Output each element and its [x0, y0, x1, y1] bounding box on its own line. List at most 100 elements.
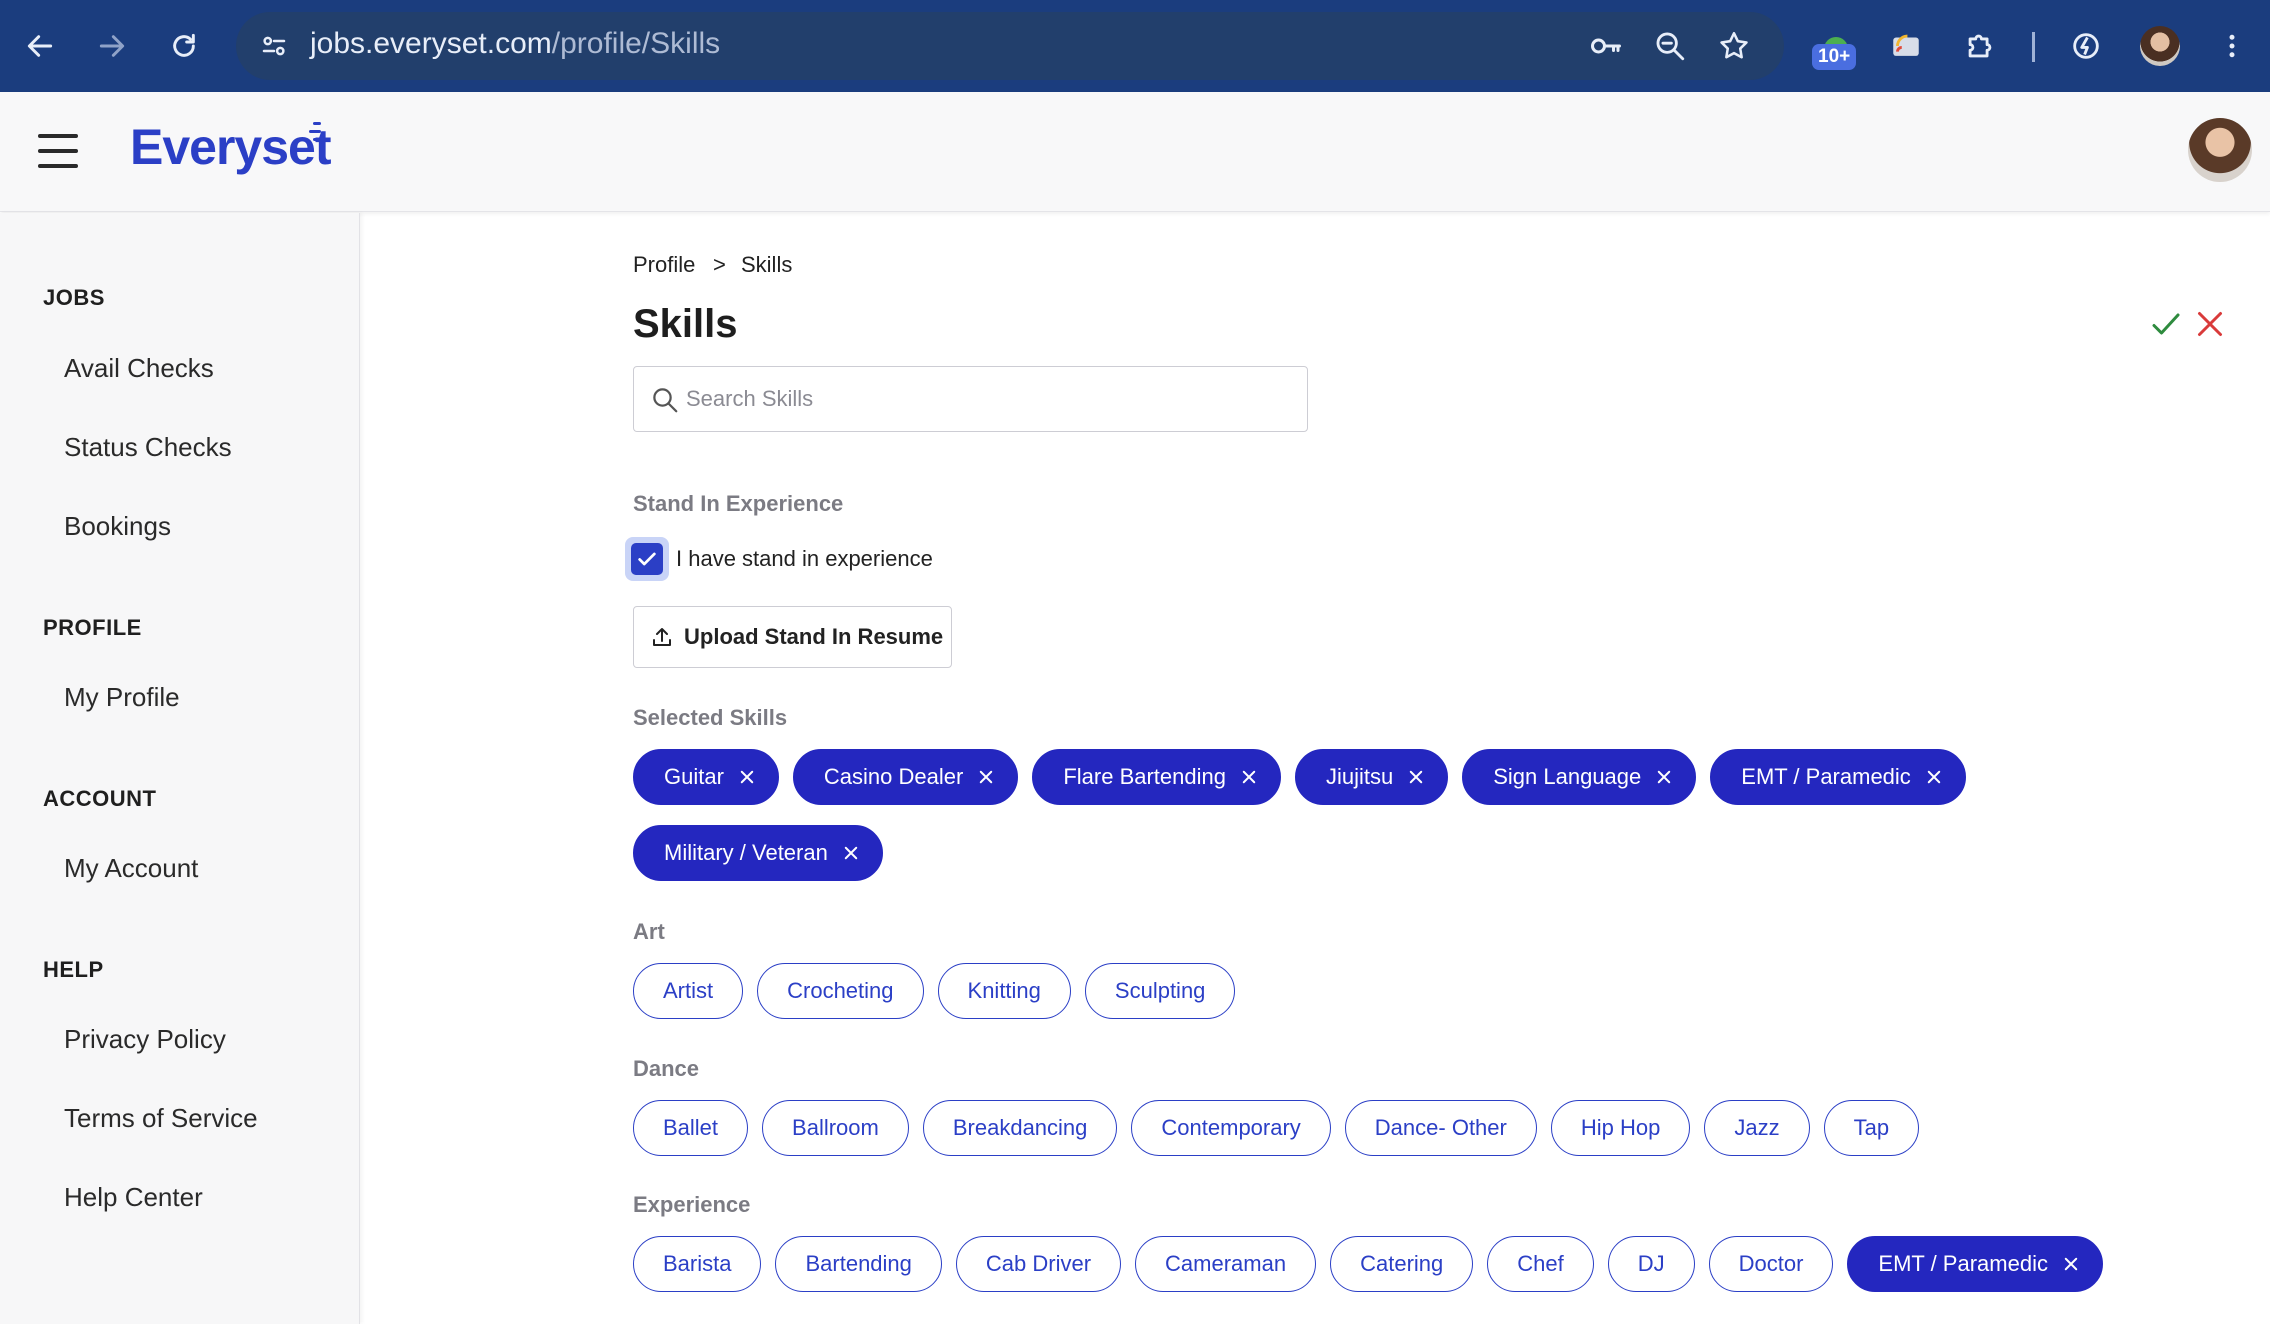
category-label-art: Art	[633, 919, 665, 944]
search-icon	[650, 385, 680, 415]
chip-label: EMT / Paramedic	[1741, 764, 1911, 789]
skill-chip[interactable]: Knitting	[937, 963, 1071, 1019]
chip-label: Flare Bartending	[1063, 764, 1226, 789]
art-skills-row: Artist Crocheting Knitting Sculpting	[633, 963, 1236, 1019]
url-host: jobs.everyset.com	[310, 27, 552, 60]
skill-chip[interactable]: Crocheting	[757, 963, 924, 1019]
category-label-dance: Dance	[633, 1056, 700, 1081]
skill-chip[interactable]: Hip Hop	[1550, 1100, 1691, 1156]
performance-icon[interactable]	[2062, 22, 2110, 70]
chip-label: Casino Dealer	[823, 764, 964, 789]
skill-chip-selected[interactable]: EMT / Paramedic	[1847, 1236, 2103, 1292]
checkmark-icon	[638, 552, 656, 566]
skills-search-box	[633, 366, 1308, 432]
chip-label: Sign Language	[1493, 764, 1642, 789]
upload-button-label: Upload Stand In Resume	[684, 624, 944, 649]
menu-kebab-icon[interactable]	[2208, 22, 2256, 70]
selected-skill-chip[interactable]: Jiujitsu	[1294, 749, 1449, 805]
skill-chip[interactable]: Jazz	[1704, 1100, 1810, 1156]
upload-stand-in-resume-button[interactable]: Upload Stand In Resume	[633, 606, 952, 668]
cancel-x-icon[interactable]	[2192, 306, 2228, 342]
remove-x-icon[interactable]	[1240, 768, 1258, 786]
category-label-experience: Experience	[633, 1192, 751, 1217]
selected-skill-chip[interactable]: Casino Dealer	[792, 749, 1019, 805]
sidebar-heading-account: ACCOUNT	[43, 786, 157, 811]
sidebar-item-my-profile[interactable]: My Profile	[64, 682, 180, 713]
bookmark-star-icon[interactable]	[1716, 28, 1752, 64]
selected-skill-chip[interactable]: Military / Veteran	[633, 825, 883, 881]
selected-skills-row-1: Guitar Casino Dealer Flare Bartending Ji…	[633, 749, 1966, 805]
sidebar-heading-jobs: JOBS	[43, 285, 105, 310]
skill-chip[interactable]: Catering	[1330, 1236, 1474, 1292]
remove-x-icon[interactable]	[842, 844, 860, 862]
remove-x-icon[interactable]	[977, 768, 995, 786]
sidebar-heading-help: HELP	[43, 957, 104, 982]
skill-chip[interactable]: Tap	[1823, 1100, 1920, 1156]
url-text[interactable]: jobs.everyset.com/profile/Skills	[310, 27, 720, 61]
skill-chip[interactable]: Ballroom	[762, 1100, 909, 1156]
sidebar-item-terms-of-service[interactable]: Terms of Service	[64, 1103, 258, 1134]
remove-x-icon[interactable]	[1655, 768, 1673, 786]
cast-extension-icon[interactable]	[1882, 22, 1930, 70]
site-settings-icon[interactable]	[256, 28, 292, 64]
extensions-puzzle-icon[interactable]	[1956, 22, 2004, 70]
skill-chip[interactable]: Ballet	[633, 1100, 749, 1156]
remove-x-icon[interactable]	[738, 768, 756, 786]
remove-x-icon[interactable]	[2062, 1255, 2080, 1273]
selected-skills-label: Selected Skills	[633, 705, 788, 730]
browser-toolbar: jobs.everyset.com/profile/Skills 10+	[0, 0, 2270, 92]
sidebar-item-bookings[interactable]: Bookings	[64, 511, 171, 542]
sidebar-item-privacy-policy[interactable]: Privacy Policy	[64, 1024, 226, 1055]
selected-skill-chip[interactable]: Guitar	[633, 749, 779, 805]
app-header: Everyset	[0, 92, 2270, 212]
sidebar-item-my-account[interactable]: My Account	[64, 853, 198, 884]
sidebar-item-avail-checks[interactable]: Avail Checks	[64, 353, 214, 384]
skill-chip[interactable]: Cab Driver	[955, 1236, 1122, 1292]
extension-badge: 10+	[1812, 44, 1857, 70]
chip-label: Guitar	[664, 764, 724, 789]
logo-mark-icon	[305, 122, 321, 146]
selected-skill-chip[interactable]: Sign Language	[1462, 749, 1697, 805]
page-title: Skills	[633, 302, 738, 346]
skill-chip[interactable]: Doctor	[1708, 1236, 1834, 1292]
breadcrumb-separator: >	[713, 252, 726, 277]
address-bar[interactable]: jobs.everyset.com/profile/Skills	[236, 12, 1784, 80]
skills-search-input[interactable]	[686, 379, 1286, 419]
selected-skills-row-2: Military / Veteran	[633, 825, 883, 881]
skill-chip[interactable]: Bartending	[775, 1236, 942, 1292]
profile-avatar-icon[interactable]	[2136, 22, 2184, 70]
selected-skill-chip[interactable]: EMT / Paramedic	[1710, 749, 1966, 805]
remove-x-icon[interactable]	[1407, 768, 1425, 786]
chip-label: Military / Veteran	[664, 840, 828, 865]
dance-skills-row: Ballet Ballroom Breakdancing Contemporar…	[633, 1100, 1920, 1156]
back-arrow-icon[interactable]	[16, 22, 64, 70]
skill-chip[interactable]: Contemporary	[1131, 1100, 1331, 1156]
user-avatar[interactable]	[2188, 118, 2252, 182]
skill-chip[interactable]: Cameraman	[1135, 1236, 1317, 1292]
zoom-icon[interactable]	[1652, 28, 1688, 64]
upload-icon	[653, 628, 671, 646]
skill-chip[interactable]: Dance- Other	[1344, 1100, 1537, 1156]
skill-chip[interactable]: DJ	[1607, 1236, 1695, 1292]
breadcrumb-current: Skills	[741, 252, 793, 277]
stand-in-checkbox-label[interactable]: I have stand in experience	[676, 546, 933, 572]
confirm-check-icon[interactable]	[2148, 306, 2184, 342]
sidebar-heading-profile: PROFILE	[43, 615, 142, 640]
skill-chip[interactable]: Sculpting	[1084, 963, 1236, 1019]
skill-chip[interactable]: Barista	[633, 1236, 762, 1292]
sidebar-item-status-checks[interactable]: Status Checks	[64, 432, 232, 463]
stand-in-section-label: Stand In Experience	[633, 491, 844, 516]
forward-arrow-icon[interactable]	[88, 22, 136, 70]
hamburger-menu-icon[interactable]	[38, 130, 82, 172]
skill-chip[interactable]: Breakdancing	[922, 1100, 1118, 1156]
stand-in-checkbox[interactable]	[625, 537, 669, 581]
password-key-icon[interactable]	[1588, 28, 1624, 64]
breadcrumb-profile[interactable]: Profile	[633, 252, 695, 278]
everyset-logo[interactable]: Everyset	[130, 118, 331, 176]
sidebar-item-help-center[interactable]: Help Center	[64, 1182, 203, 1213]
remove-x-icon[interactable]	[1925, 768, 1943, 786]
selected-skill-chip[interactable]: Flare Bartending	[1032, 749, 1281, 805]
skill-chip[interactable]: Chef	[1487, 1236, 1594, 1292]
reload-icon[interactable]	[160, 22, 208, 70]
skill-chip[interactable]: Artist	[633, 963, 744, 1019]
